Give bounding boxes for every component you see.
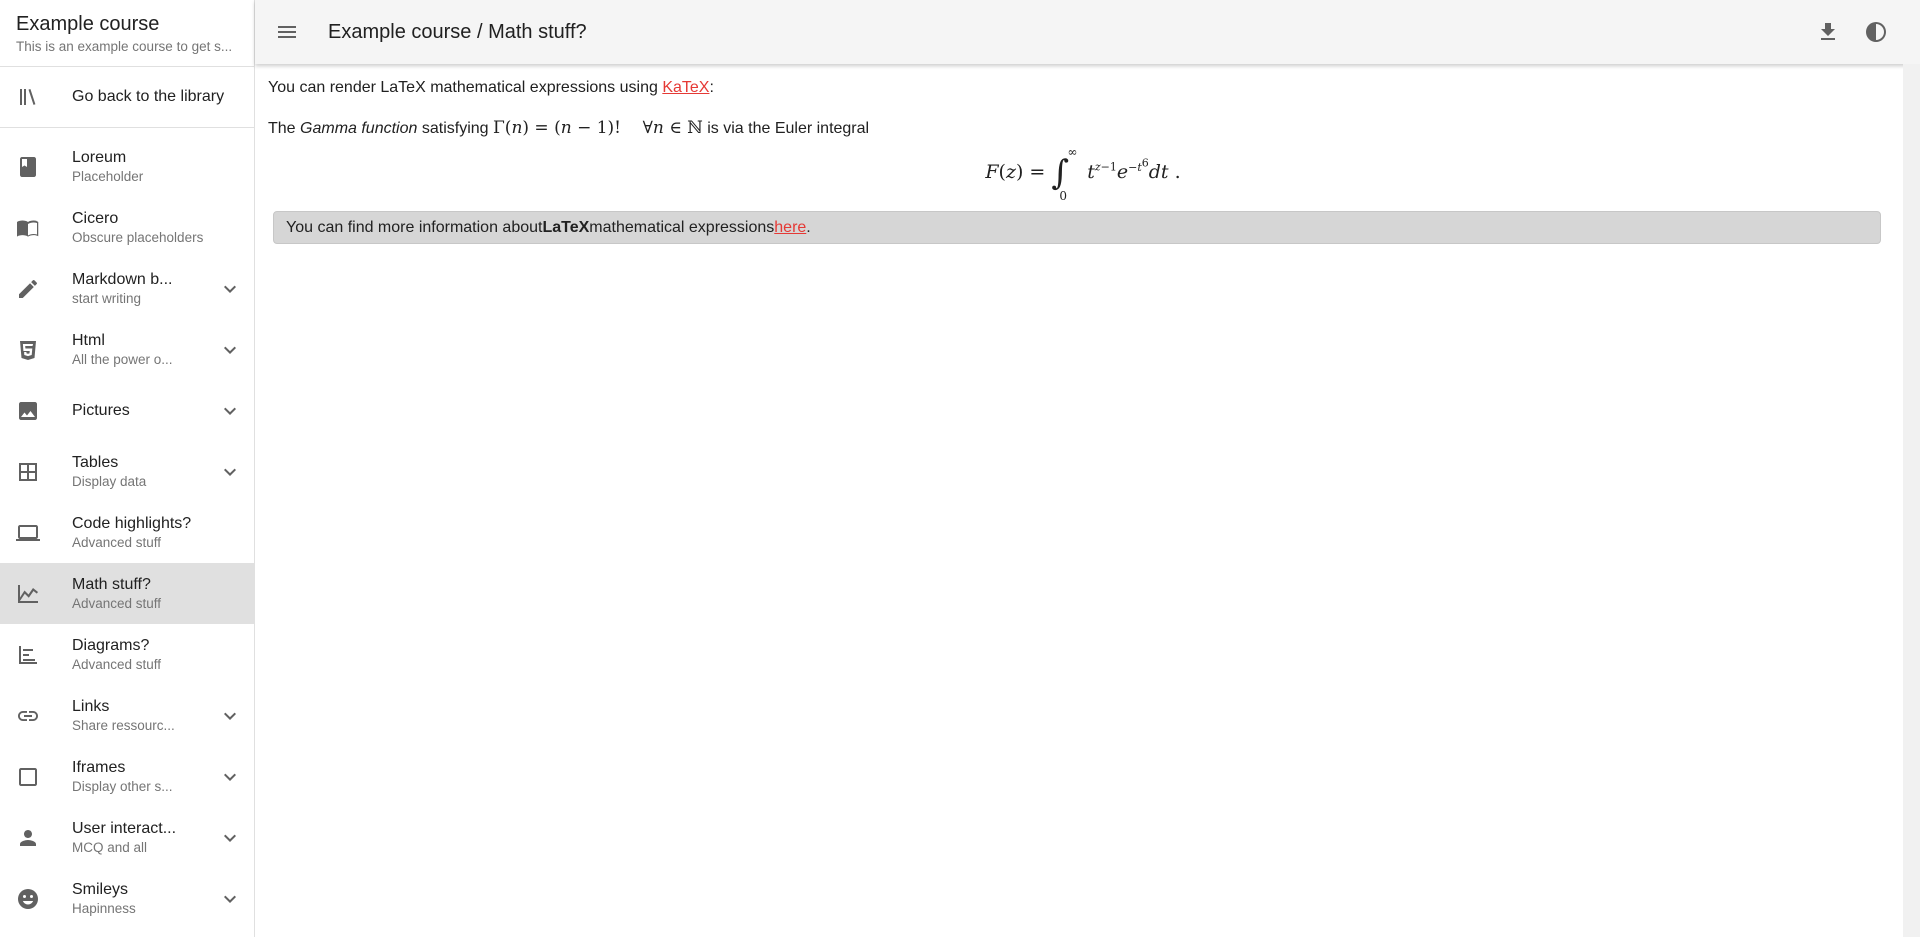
menu-button[interactable] (259, 8, 315, 56)
chart-line-icon (0, 582, 72, 606)
sidebar-item-sublabel: Obscure placeholders (72, 230, 204, 245)
chevron-down-icon[interactable] (206, 399, 254, 423)
sidebar-item-0[interactable]: Loreum Placeholder (0, 136, 254, 197)
course-subtitle: This is an example course to get s... (16, 39, 233, 54)
sidebar-item-sublabel: Share ressourc... (72, 718, 175, 733)
gamma-paragraph: The Gamma function satisfying Γ(n) = (n … (268, 116, 1898, 141)
gamma-term: Gamma function (300, 120, 418, 137)
intro-text: You can render LaTeX mathematical expres… (268, 79, 663, 96)
chevron-down-icon[interactable] (206, 826, 254, 850)
chevron-down-icon[interactable] (206, 460, 254, 484)
sidebar-item-sublabel: Display other s... (72, 779, 173, 794)
table-icon (0, 460, 72, 484)
sidebar-item-2[interactable]: Markdown b... start writing (0, 258, 254, 319)
gamma-text-the: The (268, 120, 301, 137)
sidebar-item-label: Cicero (72, 210, 119, 227)
sidebar-item-sublabel: MCQ and all (72, 840, 148, 855)
book-icon (0, 155, 72, 179)
pencil-icon (0, 277, 72, 301)
sidebar-item-label: Code highlights? (72, 515, 192, 532)
sidebar-item-label: Html (72, 332, 105, 349)
sidebar-item-label: Loreum (72, 149, 127, 166)
gamma-text-satisfying: satisfying (417, 120, 493, 137)
library-icon (0, 85, 72, 109)
sidebar-item-12[interactable]: Smileys Hapinness (0, 868, 254, 929)
katex-link[interactable]: KaTeX (662, 79, 709, 96)
sidebar-item-sublabel: Advanced stuff (72, 657, 162, 672)
download-icon (1821, 23, 1835, 40)
sidebar-item-6[interactable]: Code highlights? Advanced stuff (0, 502, 254, 563)
download-button[interactable] (1804, 8, 1852, 56)
open-book-icon (0, 216, 72, 240)
sidebar-item-11[interactable]: User interact... MCQ and all (0, 807, 254, 868)
gamma-text-after: is via the Euler integral (702, 120, 870, 137)
chevron-down-icon[interactable] (206, 277, 254, 301)
note-bold: LaTeX (542, 218, 590, 236)
here-link[interactable]: here (774, 219, 806, 237)
back-to-library-label: Go back to the library (72, 88, 225, 105)
person-icon (0, 826, 72, 850)
sidebar-item-1[interactable]: Cicero Obscure placeholders (0, 197, 254, 258)
sidebar-item-7[interactable]: Math stuff? Advanced stuff (0, 563, 254, 624)
scrollbar[interactable] (1903, 64, 1920, 937)
sidebar-item-10[interactable]: Iframes Display other s... (0, 746, 254, 807)
link-icon (0, 704, 72, 728)
sidebar-item-label: Links (72, 698, 110, 715)
sidebar-item-sublabel: All the power o... (72, 352, 173, 367)
sidebar-item-label: User interact... (72, 820, 177, 837)
intro-colon: : (709, 79, 714, 96)
chevron-down-icon[interactable] (206, 887, 254, 911)
sidebar-item-label: Tables (72, 454, 119, 471)
sidebar-item-sublabel: Advanced stuff (72, 596, 162, 611)
chevron-down-icon[interactable] (206, 704, 254, 728)
page-title: Example course / Math stuff? (328, 20, 587, 43)
course-header: Example course This is an example course… (0, 0, 254, 67)
html5-icon (0, 338, 72, 362)
image-icon (0, 399, 72, 423)
sidebar-item-sublabel: Advanced stuff (72, 535, 162, 550)
hamburger-icon (278, 26, 296, 38)
chevron-down-icon[interactable] (206, 765, 254, 789)
contrast-icon (1866, 22, 1886, 42)
sidebar-item-sublabel: start writing (72, 291, 142, 306)
sidebar-item-sublabel: Placeholder (72, 169, 144, 184)
main-content: You can render LaTeX mathematical expres… (268, 76, 1898, 244)
sidebar-item-5[interactable]: Tables Display data (0, 441, 254, 502)
note-text-middle: mathematical expressions (589, 218, 775, 236)
smiley-icon (0, 887, 72, 911)
euler-integral-formula: F(z) = ∫ ∞ 0 tz−1e−t6dt . (985, 145, 1181, 203)
note-period: . (806, 218, 811, 236)
chevron-down-icon[interactable] (206, 338, 254, 362)
sidebar-item-8[interactable]: Diagrams? Advanced stuff (0, 624, 254, 685)
sidebar-item-label: Smileys (72, 881, 129, 898)
frame-icon (0, 765, 72, 789)
sidebar-item-3[interactable]: Html All the power o... (0, 319, 254, 380)
note-text: You can find more information about (286, 218, 543, 236)
back-to-library-link[interactable]: Go back to the library (0, 67, 254, 128)
inline-formula: Γ(n) = (n − 1)! ∀n ∈ ℕ (493, 118, 703, 138)
info-note: You can find more information about LaTe… (273, 211, 1881, 244)
course-title: Example course (16, 13, 160, 35)
sidebar-item-9[interactable]: Links Share ressourc... (0, 685, 254, 746)
intro-paragraph: You can render LaTeX mathematical expres… (268, 76, 1898, 100)
timeline-icon (0, 643, 72, 667)
sidebar-item-label: Iframes (72, 759, 126, 776)
theme-toggle-button[interactable] (1852, 8, 1900, 56)
sidebar: Example course This is an example course… (0, 0, 255, 937)
sidebar-item-label: Math stuff? (72, 576, 151, 593)
sidebar-item-sublabel: Hapinness (72, 901, 136, 916)
sidebar-item-4[interactable]: Pictures (0, 380, 254, 441)
sidebar-item-label: Diagrams? (72, 637, 150, 654)
sidebar-item-label: Markdown b... (72, 271, 173, 288)
sidebar-item-label: Pictures (72, 401, 130, 419)
laptop-icon (0, 521, 72, 545)
sidebar-item-sublabel: Display data (72, 474, 147, 489)
top-app-bar: Example course / Math stuff? (255, 0, 1920, 64)
